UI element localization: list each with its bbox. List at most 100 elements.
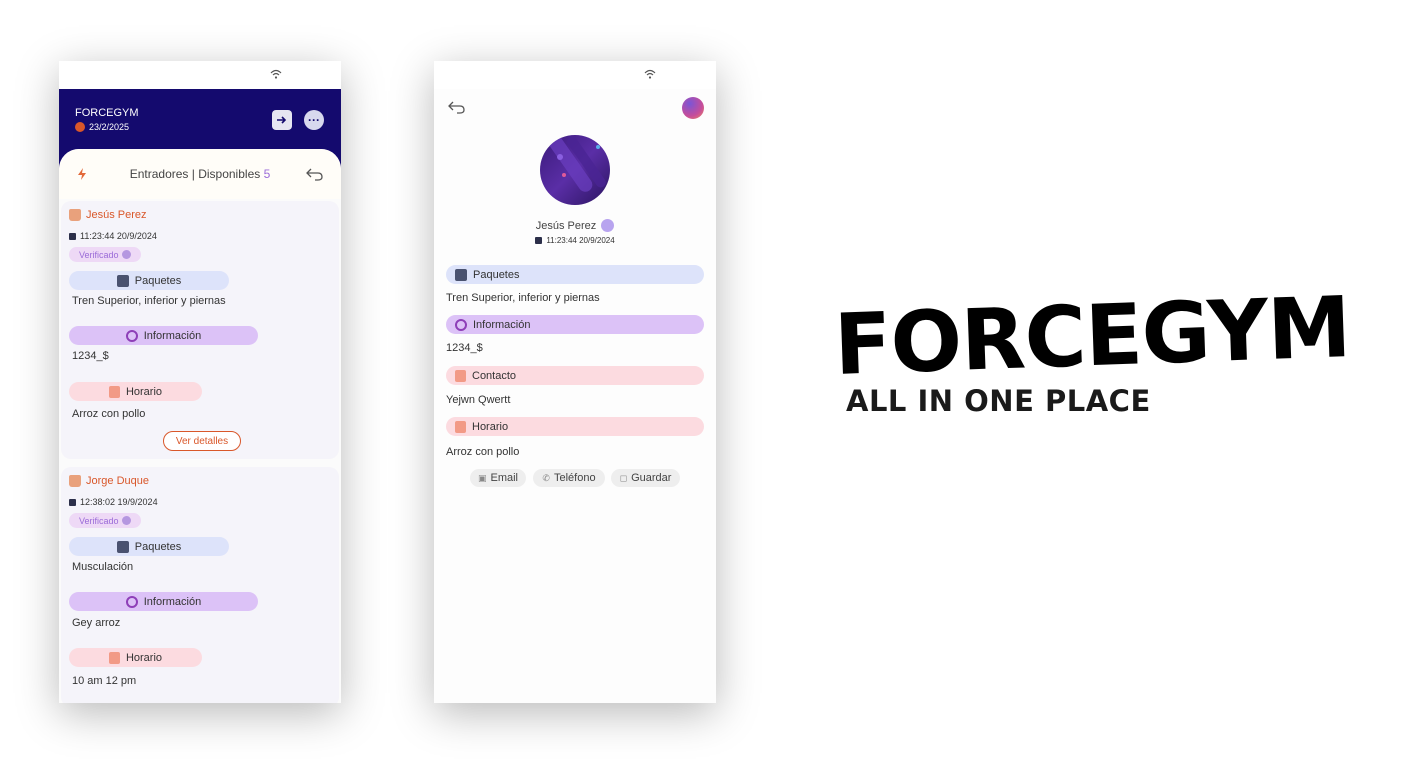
contact-label: Contacto <box>446 366 704 385</box>
packages-label: Paquetes <box>69 537 229 556</box>
package-icon <box>116 540 129 553</box>
bag-icon <box>69 209 81 221</box>
notebook-icon <box>108 385 120 398</box>
more-options-button[interactable]: ··· <box>304 110 324 130</box>
profile-name: Jesús Perez <box>434 219 716 232</box>
schedule-label-text: Horario <box>125 651 163 664</box>
profile-time: 11:23:44 20/9/2024 <box>434 236 716 245</box>
phone-button-label: Teléfono <box>553 472 596 484</box>
logout-button[interactable] <box>272 110 292 130</box>
notebook-icon <box>108 651 120 664</box>
entry-time-text: 12:38:02 19/9/2024 <box>80 497 158 507</box>
packages-value: Tren Superior, inferior y piernas <box>72 295 226 307</box>
entry-card[interactable]: Jorge Duque 12:38:02 19/9/2024 Verificad… <box>61 467 339 703</box>
info-label: Información <box>69 326 258 345</box>
verified-badge: Verificado <box>69 247 141 262</box>
info-value: 1234_$ <box>446 342 483 354</box>
check-icon <box>121 516 131 525</box>
back-icon[interactable] <box>448 100 466 114</box>
bag-icon <box>69 475 81 487</box>
packages-value: Tren Superior, inferior y piernas <box>446 292 600 304</box>
schedule-value: Arroz con pollo <box>72 408 146 420</box>
email-button-label: Email <box>490 472 519 484</box>
at-icon <box>455 318 467 331</box>
calendar-icon <box>69 232 76 240</box>
verified-text: Verificado <box>79 515 119 526</box>
schedule-value: 10 am 12 pm <box>72 675 137 687</box>
entry-card[interactable]: Jesús Perez 11:23:44 20/9/2024 Verificad… <box>61 201 339 459</box>
packages-label-text: Paquetes <box>134 274 182 287</box>
status-bar <box>434 61 716 89</box>
entry-name-text: Jesús Perez <box>86 209 147 221</box>
logout-icon <box>277 116 287 124</box>
info-label: Información <box>69 592 258 611</box>
contact-value: Yejwn Qwertt <box>446 394 511 406</box>
bookmark-icon: ◻ <box>619 472 628 483</box>
schedule-label: Horario <box>69 648 202 667</box>
info-value: 1234_$ <box>72 350 109 362</box>
header-date-text: 23/2/2025 <box>89 122 130 132</box>
sheet-title: Entradores | Disponibles 5 <box>59 167 341 181</box>
entry-time: 12:38:02 19/9/2024 <box>69 497 158 507</box>
verified-text: Verificado <box>79 249 119 260</box>
schedule-value: Arroz con pollo <box>446 446 520 458</box>
schedule-label-text: Horario <box>472 420 509 433</box>
profile-name-text: Jesús Perez <box>535 219 597 232</box>
more-icon: ··· <box>308 113 320 127</box>
header-date: 23/2/2025 <box>75 122 129 132</box>
view-details-button[interactable]: Ver detalles <box>163 431 241 451</box>
status-bar <box>59 61 341 89</box>
save-button-label: Guardar <box>631 472 672 484</box>
schedule-label: Horario <box>446 417 704 436</box>
save-button[interactable]: ◻ Guardar <box>611 469 680 487</box>
packages-value: Musculación <box>72 561 134 573</box>
entry-time: 11:23:44 20/9/2024 <box>69 231 157 241</box>
sheet-header: Entradores | Disponibles 5 <box>59 149 341 199</box>
at-icon <box>125 329 138 342</box>
entry-time-text: 11:23:44 20/9/2024 <box>80 231 157 241</box>
calendar-icon <box>535 237 543 244</box>
packages-label-text: Paquetes <box>473 268 520 281</box>
packages-label: Paquetes <box>446 265 704 284</box>
info-label: Información <box>446 315 704 334</box>
phone-button[interactable]: ✆ Teléfono <box>533 469 605 487</box>
phone-icon: ✆ <box>542 472 550 483</box>
info-label-text: Información <box>143 595 202 608</box>
packages-label: Paquetes <box>69 271 229 290</box>
entries-sheet: Entradores | Disponibles 5 Jesús Perez 1… <box>59 149 341 703</box>
info-label-text: Información <box>473 318 531 331</box>
profile-avatar <box>540 135 610 205</box>
package-icon <box>116 274 129 287</box>
brand-tagline: ALL IN ONE PLACE <box>846 384 1151 418</box>
undo-icon[interactable] <box>306 167 324 181</box>
email-button[interactable]: ▣ Email <box>470 469 526 487</box>
date-icon <box>75 122 85 132</box>
verified-badge: Verificado <box>69 513 141 528</box>
schedule-label-text: Horario <box>125 385 163 398</box>
phone-detail-screen: Jesús Perez 11:23:44 20/9/2024 Paquetes … <box>434 61 716 703</box>
schedule-label: Horario <box>69 382 202 401</box>
entry-name: Jesús Perez <box>69 209 147 221</box>
notebook-icon <box>455 420 466 433</box>
wifi-icon <box>270 69 282 79</box>
package-icon <box>455 268 467 281</box>
phone-list-screen: FORCEGYM 23/2/2025 ··· Entradores | Disp… <box>59 61 341 703</box>
info-value: Gey arroz <box>72 617 121 629</box>
entry-name: Jorge Duque <box>69 475 149 487</box>
verified-badge-icon <box>601 219 615 232</box>
avatar-art <box>546 135 606 192</box>
packages-label-text: Paquetes <box>134 540 182 553</box>
user-avatar[interactable] <box>682 97 704 119</box>
entry-name-text: Jorge Duque <box>86 475 149 487</box>
clipboard-icon: ▣ <box>477 472 487 483</box>
profile-time-text: 11:23:44 20/9/2024 <box>546 236 615 245</box>
info-label-text: Información <box>143 329 202 342</box>
calendar-icon <box>69 498 76 506</box>
available-count: 5 <box>263 167 271 181</box>
app-title: FORCEGYM <box>75 107 139 119</box>
check-icon <box>121 250 131 259</box>
notebook-icon <box>455 369 466 382</box>
at-icon <box>125 595 138 608</box>
contact-label-text: Contacto <box>472 369 517 382</box>
sheet-title-text: Entradores | Disponibles <box>129 167 261 181</box>
